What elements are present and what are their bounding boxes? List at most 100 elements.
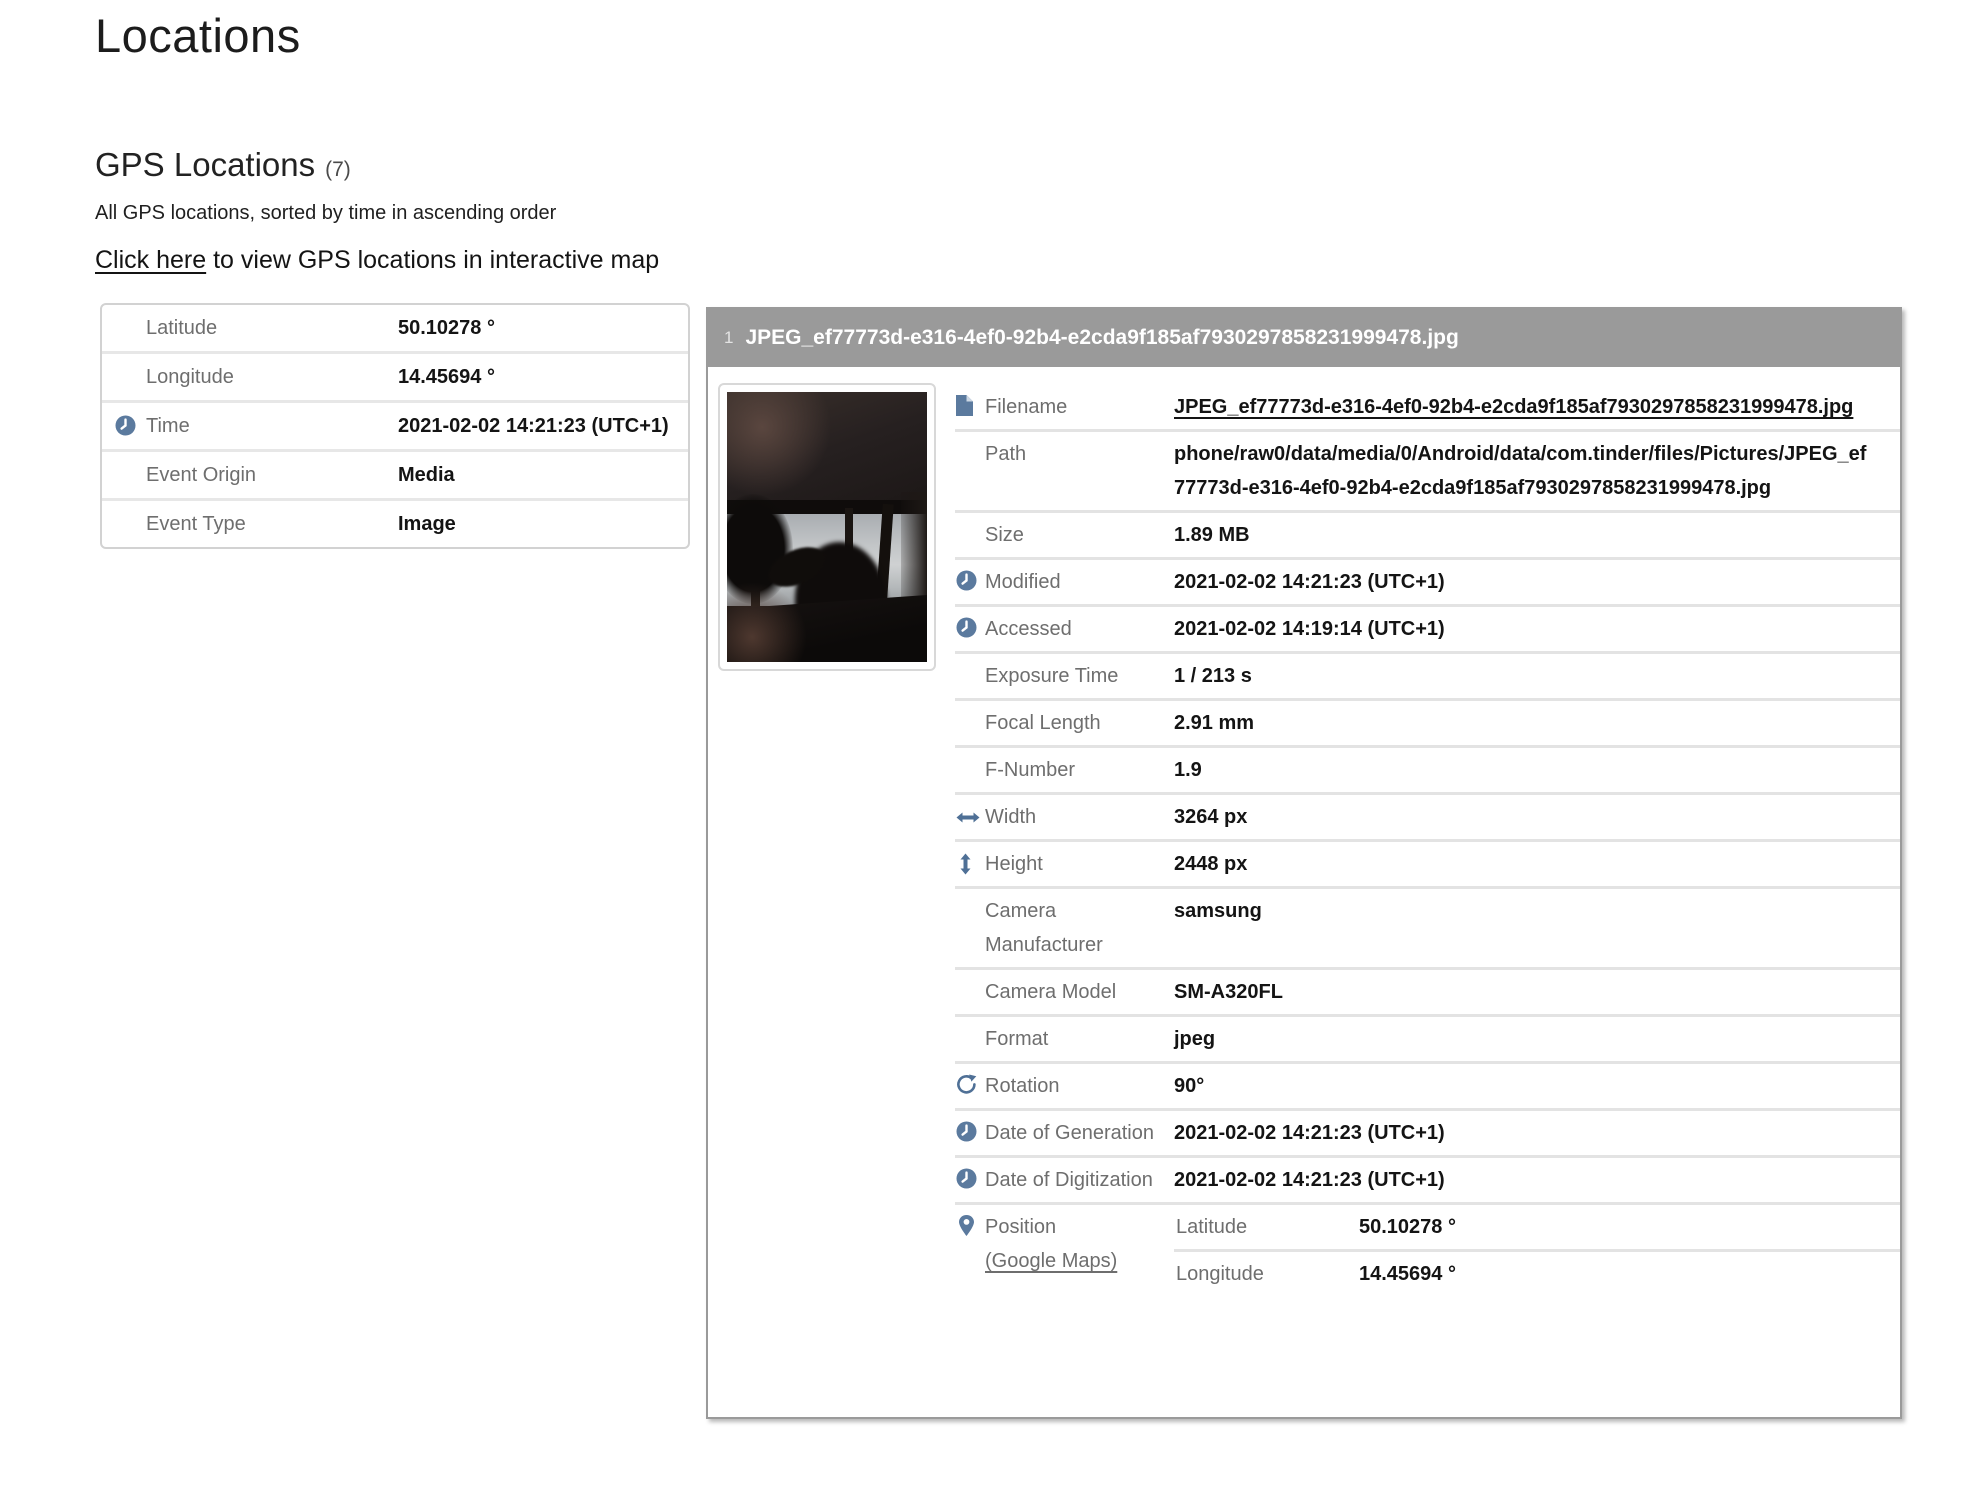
page-title: Locations bbox=[95, 8, 301, 63]
gps-value: 50.10278 ° bbox=[398, 305, 688, 351]
gps-row-latitude: Latitude 50.10278 ° bbox=[102, 305, 688, 351]
thumbnail-photo bbox=[727, 392, 927, 662]
clock-icon bbox=[956, 570, 977, 591]
meta-value: 3264 px bbox=[1174, 795, 1888, 839]
position-label: Latitude bbox=[1174, 1210, 1359, 1244]
meta-row-accessed: Accessed 2021-02-02 14:19:14 (UTC+1) bbox=[955, 604, 1900, 651]
clock-icon bbox=[956, 617, 977, 638]
gps-value: Image bbox=[398, 501, 688, 547]
height-arrow-icon bbox=[959, 853, 972, 875]
google-maps-link[interactable]: (Google Maps) bbox=[985, 1250, 1117, 1272]
clock-icon bbox=[115, 415, 136, 436]
meta-label: Date of Generation bbox=[985, 1122, 1154, 1144]
meta-label: Date of Digitization bbox=[985, 1169, 1153, 1191]
meta-label: Height bbox=[985, 853, 1043, 875]
meta-label: Camera Model bbox=[955, 970, 1174, 1014]
meta-row-width: Width 3264 px bbox=[955, 792, 1900, 839]
map-pin-icon bbox=[959, 1215, 974, 1236]
meta-row-format: Format jpeg bbox=[955, 1014, 1900, 1061]
position-label: Longitude bbox=[1174, 1257, 1359, 1291]
gps-row-event-type: Event Type Image bbox=[102, 498, 688, 547]
section-subtitle: All GPS locations, sorted by time in asc… bbox=[95, 202, 556, 225]
map-link-line: Click here to view GPS locations in inte… bbox=[95, 246, 659, 275]
meta-value: samsung bbox=[1174, 889, 1888, 967]
meta-label: Rotation bbox=[985, 1075, 1060, 1097]
meta-row-path: Path phone/raw0/data/media/0/Android/dat… bbox=[955, 429, 1900, 510]
meta-value: 2021-02-02 14:19:14 (UTC+1) bbox=[1174, 607, 1888, 651]
media-card-title: JPEG_ef77773d-e316-4ef0-92b4-e2cda9f185a… bbox=[745, 326, 1458, 350]
meta-row-date-of-generation: Date of Generation 2021-02-02 14:21:23 (… bbox=[955, 1108, 1900, 1155]
meta-value: 2021-02-02 14:21:23 (UTC+1) bbox=[1174, 1111, 1888, 1155]
map-link[interactable]: Click here bbox=[95, 246, 206, 274]
meta-row-rotation: Rotation 90° bbox=[955, 1061, 1900, 1108]
position-sub-table: Latitude 50.10278 ° Longitude 14.45694 ° bbox=[1174, 1205, 1900, 1296]
meta-label: Size bbox=[955, 513, 1174, 557]
media-index: 1 bbox=[724, 328, 733, 348]
meta-label: Accessed bbox=[985, 618, 1072, 640]
meta-row-f-number: F-Number 1.9 bbox=[955, 745, 1900, 792]
gps-label: Event Origin bbox=[102, 452, 398, 498]
gps-label: Latitude bbox=[102, 305, 398, 351]
meta-row-modified: Modified 2021-02-02 14:21:23 (UTC+1) bbox=[955, 557, 1900, 604]
meta-row-filename: Filename JPEG_ef77773d-e316-4ef0-92b4-e2… bbox=[955, 385, 1900, 429]
meta-value: 2.91 mm bbox=[1174, 701, 1888, 745]
meta-row-exposure-time: Exposure Time 1 / 213 s bbox=[955, 651, 1900, 698]
position-value: 14.45694 ° bbox=[1359, 1257, 1900, 1291]
meta-label: Position bbox=[985, 1216, 1056, 1238]
meta-value: 1 / 213 s bbox=[1174, 654, 1888, 698]
filename-link[interactable]: JPEG_ef77773d-e316-4ef0-92b4-e2cda9f185a… bbox=[1174, 396, 1853, 418]
meta-value: 2448 px bbox=[1174, 842, 1888, 886]
media-card-header: 1 JPEG_ef77773d-e316-4ef0-92b4-e2cda9f18… bbox=[708, 309, 1900, 367]
meta-label: Filename bbox=[985, 396, 1067, 418]
meta-label: Width bbox=[985, 806, 1036, 828]
file-icon bbox=[956, 395, 973, 416]
meta-label: F-Number bbox=[955, 748, 1174, 792]
gps-label: Longitude bbox=[102, 354, 398, 400]
gps-label-wrap: Time bbox=[102, 403, 398, 449]
meta-value: jpeg bbox=[1174, 1017, 1888, 1061]
meta-value: phone/raw0/data/media/0/Android/data/com… bbox=[1174, 432, 1888, 510]
meta-row-height: Height 2448 px bbox=[955, 839, 1900, 886]
gps-row-event-origin: Event Origin Media bbox=[102, 449, 688, 498]
width-arrow-icon bbox=[956, 811, 980, 824]
position-row-latitude: Latitude 50.10278 ° bbox=[1174, 1205, 1900, 1249]
media-thumbnail[interactable] bbox=[718, 383, 936, 671]
meta-value: 1.89 MB bbox=[1174, 513, 1888, 557]
meta-row-position: Position (Google Maps) Latitude 50.10278… bbox=[955, 1202, 1900, 1296]
meta-label: Format bbox=[955, 1017, 1174, 1061]
media-metadata-table: Filename JPEG_ef77773d-e316-4ef0-92b4-e2… bbox=[955, 385, 1900, 1296]
meta-label: Camera Manufacturer bbox=[955, 889, 1174, 967]
section-title: GPS Locations bbox=[95, 146, 315, 183]
gps-value: 2021-02-02 14:21:23 (UTC+1) bbox=[398, 403, 688, 449]
meta-value: 2021-02-02 14:21:23 (UTC+1) bbox=[1174, 1158, 1888, 1202]
meta-row-date-of-digitization: Date of Digitization 2021-02-02 14:21:23… bbox=[955, 1155, 1900, 1202]
gps-location-table: Latitude 50.10278 ° Longitude 14.45694 °… bbox=[100, 303, 690, 549]
position-row-longitude: Longitude 14.45694 ° bbox=[1174, 1249, 1900, 1296]
meta-row-camera-model: Camera Model SM-A320FL bbox=[955, 967, 1900, 1014]
meta-row-camera-manufacturer: Camera Manufacturer samsung bbox=[955, 886, 1900, 967]
gps-row-time: Time 2021-02-02 14:21:23 (UTC+1) bbox=[102, 400, 688, 449]
gps-value: Media bbox=[398, 452, 688, 498]
meta-value: 2021-02-02 14:21:23 (UTC+1) bbox=[1174, 560, 1888, 604]
position-value: 50.10278 ° bbox=[1359, 1210, 1900, 1244]
meta-label: Modified bbox=[985, 571, 1061, 593]
clock-icon bbox=[956, 1168, 977, 1189]
meta-label: Focal Length bbox=[955, 701, 1174, 745]
meta-value: 1.9 bbox=[1174, 748, 1888, 792]
meta-row-focal-length: Focal Length 2.91 mm bbox=[955, 698, 1900, 745]
media-card: 1 JPEG_ef77773d-e316-4ef0-92b4-e2cda9f18… bbox=[706, 307, 1902, 1419]
clock-icon bbox=[956, 1121, 977, 1142]
gps-value: 14.45694 ° bbox=[398, 354, 688, 400]
section-count: (7) bbox=[325, 158, 351, 181]
gps-label: Time bbox=[146, 415, 190, 437]
gps-label: Event Type bbox=[102, 501, 398, 547]
rotate-icon bbox=[956, 1074, 977, 1095]
map-link-rest: to view GPS locations in interactive map bbox=[206, 246, 659, 274]
meta-label: Path bbox=[955, 432, 1174, 510]
meta-value: SM-A320FL bbox=[1174, 970, 1888, 1014]
media-card-body: Filename JPEG_ef77773d-e316-4ef0-92b4-e2… bbox=[708, 367, 1900, 1417]
meta-label: Exposure Time bbox=[955, 654, 1174, 698]
meta-row-size: Size 1.89 MB bbox=[955, 510, 1900, 557]
gps-row-longitude: Longitude 14.45694 ° bbox=[102, 351, 688, 400]
meta-value: 90° bbox=[1174, 1064, 1888, 1108]
